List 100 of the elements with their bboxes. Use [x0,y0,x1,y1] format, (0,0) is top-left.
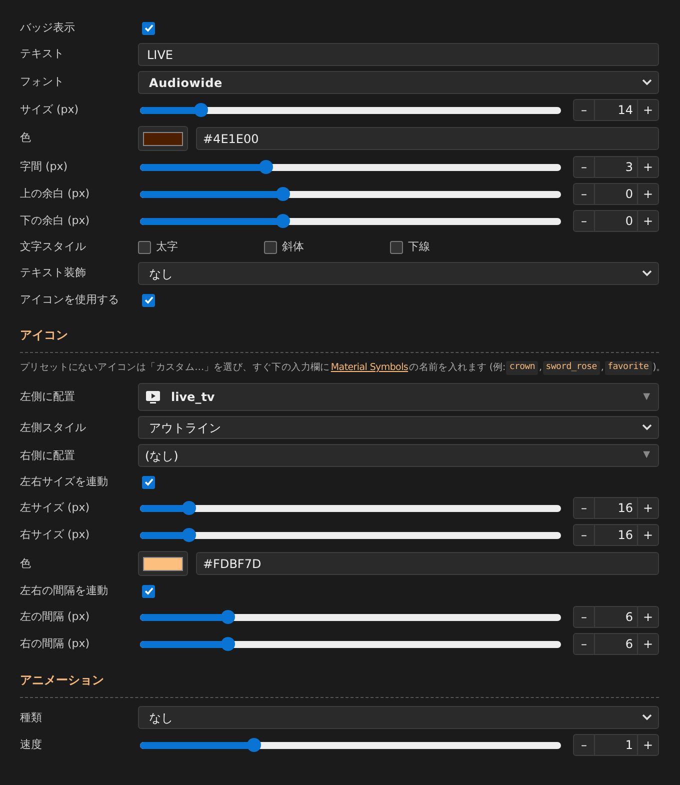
increment-button[interactable]: + [637,157,658,177]
number-value[interactable]: 16 [595,498,637,518]
number-value[interactable]: 0 [595,211,637,231]
field-label: フォント [20,74,65,90]
dropdown[interactable]: なし [138,262,659,285]
increment-button[interactable]: + [637,525,658,546]
dropdown[interactable]: Audiowide [138,71,659,94]
decrement-button[interactable]: – [574,498,595,518]
dropdown[interactable]: live_tv ▼ [138,383,659,412]
field-label: テキスト [20,46,65,62]
number-stepper[interactable]: – 6 + [573,633,659,656]
number-value[interactable]: 16 [595,525,637,546]
number-value[interactable]: 14 [595,100,637,120]
field-label: 下の余白 (px) [20,212,91,229]
field-label: 文字スタイル [20,238,87,255]
decrement-button[interactable]: – [574,211,595,231]
checkbox[interactable] [264,240,277,254]
number-stepper[interactable]: – 1 + [573,734,659,756]
color-hex-field[interactable]: #FDBF7D [196,552,659,576]
field-label: 左右サイズを連動 [20,474,109,490]
checkbox[interactable] [142,584,155,598]
checkbox[interactable] [138,240,151,254]
slider[interactable] [140,160,561,174]
code-snippet: sword_rose [542,361,600,375]
checkbox[interactable] [390,240,403,254]
field-label: 左サイズ (px) [20,500,91,516]
checkbox-label: 下線 [408,238,430,255]
field-label: 右の間隔 (px) [20,636,91,652]
number-stepper[interactable]: – 16 + [573,497,659,520]
color-swatch-button[interactable] [138,551,188,576]
decrement-button[interactable]: – [574,634,595,654]
field-label: 左右の間隔を連動 [20,583,109,599]
field-label: 字間 (px) [20,158,69,175]
slider[interactable] [140,738,561,752]
number-stepper[interactable]: – 14 + [573,99,659,121]
color-swatch-button[interactable] [138,126,188,151]
field-label: バッジ表示 [20,20,76,36]
slider[interactable] [140,501,561,516]
field-label: 種類 [20,710,43,726]
number-value[interactable]: 3 [595,157,637,177]
checkbox[interactable] [142,294,155,306]
color-hex-field[interactable]: #4E1E00 [196,127,659,150]
dropdown[interactable]: アウトライン [138,416,659,440]
number-stepper[interactable]: – 16 + [573,524,659,546]
slider[interactable] [140,187,561,201]
number-stepper[interactable]: – 0 + [573,210,659,232]
decrement-button[interactable]: – [574,184,595,204]
checkbox[interactable] [142,22,155,34]
field-label: アイコンを使用する [20,292,120,308]
number-value[interactable]: 1 [595,735,637,756]
field-label: 色 [20,556,32,572]
section-heading: アイコン [20,328,68,342]
decrement-button[interactable]: – [574,100,595,120]
number-stepper[interactable]: – 6 + [573,606,659,628]
increment-button[interactable]: + [637,634,658,654]
field-label: 左側に配置 [20,389,76,405]
decrement-button[interactable]: – [574,525,595,546]
decrement-button[interactable]: – [574,735,595,756]
chevron-down-icon [642,79,652,86]
checkbox[interactable] [142,476,155,489]
description-text: プリセットにないアイコンは「カスタム…」を選び、すぐ下の入力欄に Material Symbolsの名前を入れます (例: crown , sword_rose , favorite )。 [20,361,666,376]
slider[interactable] [140,214,561,228]
number-stepper[interactable]: – 3 + [573,156,659,178]
number-value[interactable]: 6 [595,607,637,628]
chevron-down-icon [642,270,652,277]
dropdown[interactable]: なし [138,706,659,730]
code-snippet: favorite [604,361,652,375]
field-label: 上の余白 (px) [20,186,91,202]
section-heading: アニメーション [20,673,104,688]
chevron-down-icon [642,424,652,432]
increment-button[interactable]: + [637,211,658,231]
number-stepper[interactable]: – 0 + [573,183,659,205]
checkbox-label: 太字 [156,238,178,255]
triangle-down-icon: ▼ [643,449,650,462]
field-label: 速度 [20,737,43,753]
triangle-down-icon: ▼ [643,390,650,404]
slider[interactable] [140,637,561,652]
increment-button[interactable]: + [637,184,658,204]
field-label: 右サイズ (px) [20,527,91,543]
slider[interactable] [140,103,561,117]
field-label: 左の間隔 (px) [20,609,91,625]
field-label: 左側スタイル [20,420,87,436]
code-snippet: crown [506,361,538,375]
field-label: 右側に配置 [20,448,76,464]
field-label: 色 [20,130,32,146]
slider[interactable] [140,528,561,542]
decrement-button[interactable]: – [574,607,595,628]
slider[interactable] [140,610,561,624]
dropdown[interactable]: (なし) ▼ [138,444,659,468]
increment-button[interactable]: + [637,100,658,120]
field-label: サイズ (px) [20,102,80,118]
text-field[interactable]: LIVE [138,43,659,66]
increment-button[interactable]: + [637,735,658,756]
material-symbols-link[interactable]: Material Symbols [330,361,408,376]
number-value[interactable]: 0 [595,184,637,204]
number-value[interactable]: 6 [595,634,637,654]
checkbox-label: 斜体 [282,238,304,255]
increment-button[interactable]: + [637,607,658,628]
increment-button[interactable]: + [637,498,658,518]
decrement-button[interactable]: – [574,157,595,177]
